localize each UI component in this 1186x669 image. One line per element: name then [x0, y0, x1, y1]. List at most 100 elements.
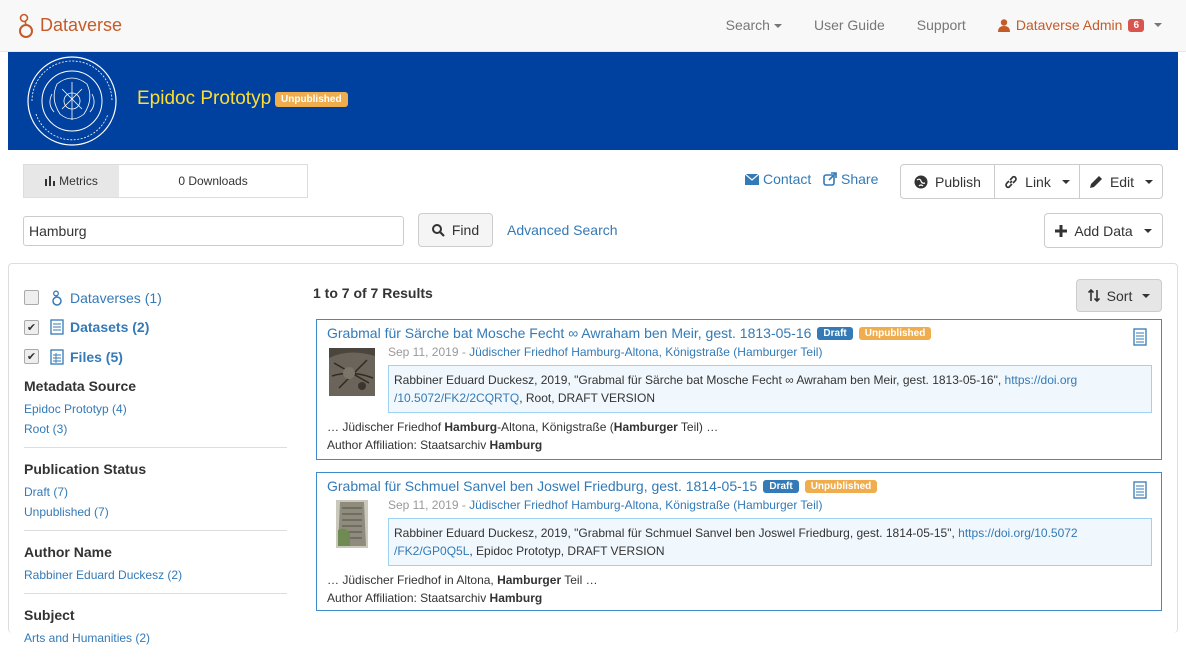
type-facet-list: Dataverses (1) ✔ Datasets (2) ✔ Files (5… — [24, 283, 162, 372]
type-filter-dataverses[interactable]: Dataverses (1) — [24, 283, 162, 313]
unpublished-badge: Unpublished — [804, 479, 878, 493]
citation-box: Rabbiner Eduard Duckesz, 2019, "Grabmal … — [388, 518, 1152, 566]
result-date: Sep 11, 2019 - — [388, 498, 470, 512]
results-count: 1 to 7 of 7 Results — [313, 285, 433, 301]
facet-item[interactable]: Draft (7) — [24, 482, 287, 502]
sort-label: Sort — [1106, 287, 1133, 304]
nav-search-dropdown[interactable]: Search — [726, 17, 782, 33]
link-icon — [1005, 175, 1017, 188]
facet-title: Author Name — [24, 544, 112, 560]
result-meta: Sep 11, 2019 - Jüdischer Friedhof Hambur… — [388, 345, 822, 359]
snippet-highlight: Hamburg — [444, 420, 498, 434]
top-navbar: Dataverse Search User Guide Support Data… — [0, 0, 1186, 52]
facet-sidebar: Metadata Source Epidoc Prototyp (4) Root… — [24, 378, 287, 669]
university-seal-logo[interactable] — [22, 54, 122, 148]
nav-user-guide[interactable]: User Guide — [814, 17, 885, 33]
share-icon — [823, 172, 837, 186]
publish-button[interactable]: Publish — [900, 164, 995, 199]
caret-down-icon — [1154, 23, 1162, 27]
facet-metadata-source: Metadata Source Epidoc Prototyp (4) Root… — [24, 378, 287, 448]
downloads-count: 0 Downloads — [178, 174, 248, 188]
sort-dropdown-button[interactable]: Sort — [1076, 279, 1162, 312]
affiliation-label: Author Affiliation: Staatsarchiv — [327, 591, 490, 605]
result-snippet: … Jüdischer Friedhof in Altona, Hamburge… — [327, 571, 598, 607]
snippet-highlight: Hamburg — [489, 591, 543, 605]
caret-down-icon — [1061, 179, 1070, 184]
result-title-link[interactable]: Grabmal für Schmuel Sanvel ben Joswel Fr… — [327, 478, 757, 494]
sort-icon — [1087, 289, 1100, 302]
unpublished-badge: Unpublished — [858, 326, 932, 340]
dataverse-logo-icon — [19, 13, 33, 38]
dataverse-header: Epidoc Prototyp Unpublished — [8, 52, 1178, 150]
dataset-icon — [1133, 328, 1147, 346]
facet-item[interactable]: Epidoc Prototyp (4) — [24, 399, 287, 419]
metrics-tab[interactable]: Metrics — [24, 165, 119, 197]
bar-chart-icon — [45, 176, 56, 186]
search-icon — [431, 223, 445, 237]
facet-title: Metadata Source — [24, 378, 137, 394]
result-meta: Sep 11, 2019 - Jüdischer Friedhof Hambur… — [388, 498, 822, 512]
brand-link[interactable]: Dataverse — [18, 10, 122, 40]
doi-link[interactable]: /10.5072/FK2/2CQRTQ — [394, 391, 519, 405]
edit-dropdown-button[interactable]: Edit — [1079, 164, 1163, 199]
pencil-icon — [1089, 175, 1102, 188]
parent-dataverse-link[interactable]: Jüdischer Friedhof Hamburg-Altona, König… — [469, 345, 822, 359]
facet-title: Publication Status — [24, 461, 147, 477]
find-button[interactable]: Find — [418, 213, 493, 247]
citation-box: Rabbiner Eduard Duckesz, 2019, "Grabmal … — [388, 365, 1152, 413]
doi-link[interactable]: https://doi.org/10.5072 — [958, 526, 1077, 540]
globe-icon — [914, 175, 928, 188]
datasets-checkbox[interactable]: ✔ — [24, 319, 39, 335]
facet-item[interactable]: Root (3) — [24, 419, 287, 439]
citation-tail: , Root, DRAFT VERSION — [519, 391, 655, 405]
facet-item[interactable]: Arts and Humanities (2) — [24, 628, 287, 648]
search-input[interactable] — [23, 216, 404, 246]
citation-tail: , Epidoc Prototyp, DRAFT VERSION — [469, 544, 665, 558]
dataverse-action-buttons: Publish Link Edit — [900, 164, 1163, 199]
advanced-search-link[interactable]: Advanced Search — [507, 222, 618, 238]
files-checkbox[interactable]: ✔ — [24, 349, 39, 365]
dataverse-icon — [52, 290, 62, 306]
find-label: Find — [451, 222, 480, 238]
facet-subject: Subject Arts and Humanities (2) — [24, 607, 287, 656]
add-data-button[interactable]: Add Data — [1044, 213, 1163, 248]
caret-down-icon — [773, 24, 782, 29]
snippet-text: … Jüdischer Friedhof in Altona, — [327, 573, 498, 587]
contact-label: Contact — [763, 171, 812, 187]
notification-badge: 6 — [1128, 18, 1144, 32]
gravestone-thumbnail[interactable] — [336, 500, 368, 548]
dataverse-title[interactable]: Epidoc Prototyp — [137, 88, 271, 110]
publish-label: Publish — [935, 173, 981, 190]
type-filter-datasets[interactable]: ✔ Datasets (2) — [24, 313, 162, 343]
unpublished-badge: Unpublished — [275, 92, 348, 107]
facet-publication-status: Publication Status Draft (7) Unpublished… — [24, 461, 287, 531]
draft-badge: Draft — [763, 479, 799, 493]
parent-dataverse-link[interactable]: Jüdischer Friedhof Hamburg-Altona, König… — [469, 498, 822, 512]
nav-user-dropdown[interactable]: Dataverse Admin 6 — [997, 17, 1162, 33]
nav-search-label: Search — [725, 17, 770, 33]
edit-label: Edit — [1109, 173, 1135, 190]
type-label: Datasets (2) — [70, 319, 150, 336]
doi-link[interactable]: https://doi.org — [1005, 373, 1078, 387]
dataverses-checkbox[interactable] — [24, 290, 39, 306]
snippet-text: -Altona, Königstraße ( — [497, 420, 614, 434]
nav-support[interactable]: Support — [917, 17, 966, 33]
link-dropdown-button[interactable]: Link — [994, 164, 1080, 199]
contact-link[interactable]: Contact — [745, 171, 811, 187]
dataset-icon — [50, 319, 64, 335]
gravestone-thumbnail[interactable] — [329, 348, 375, 396]
link-label: Link — [1025, 173, 1051, 190]
doi-link[interactable]: /FK2/GP0Q5L — [394, 544, 469, 558]
type-filter-files[interactable]: ✔ Files (5) — [24, 342, 162, 372]
share-link[interactable]: Share — [823, 171, 878, 187]
caret-down-icon — [1145, 179, 1154, 184]
metrics-block: Metrics 0 Downloads — [23, 164, 308, 198]
result-title-link[interactable]: Grabmal für Särche bat Mosche Fecht ∞ Aw… — [327, 325, 811, 341]
type-label: Files (5) — [70, 348, 123, 365]
snippet-highlight: Hamburger — [613, 420, 678, 434]
facet-item[interactable]: Unpublished (7) — [24, 502, 287, 522]
facet-author-name: Author Name Rabbiner Eduard Duckesz (2) — [24, 544, 287, 594]
caret-down-icon — [1142, 293, 1151, 298]
facet-item[interactable]: Rabbiner Eduard Duckesz (2) — [24, 565, 287, 585]
envelope-icon — [745, 173, 759, 185]
